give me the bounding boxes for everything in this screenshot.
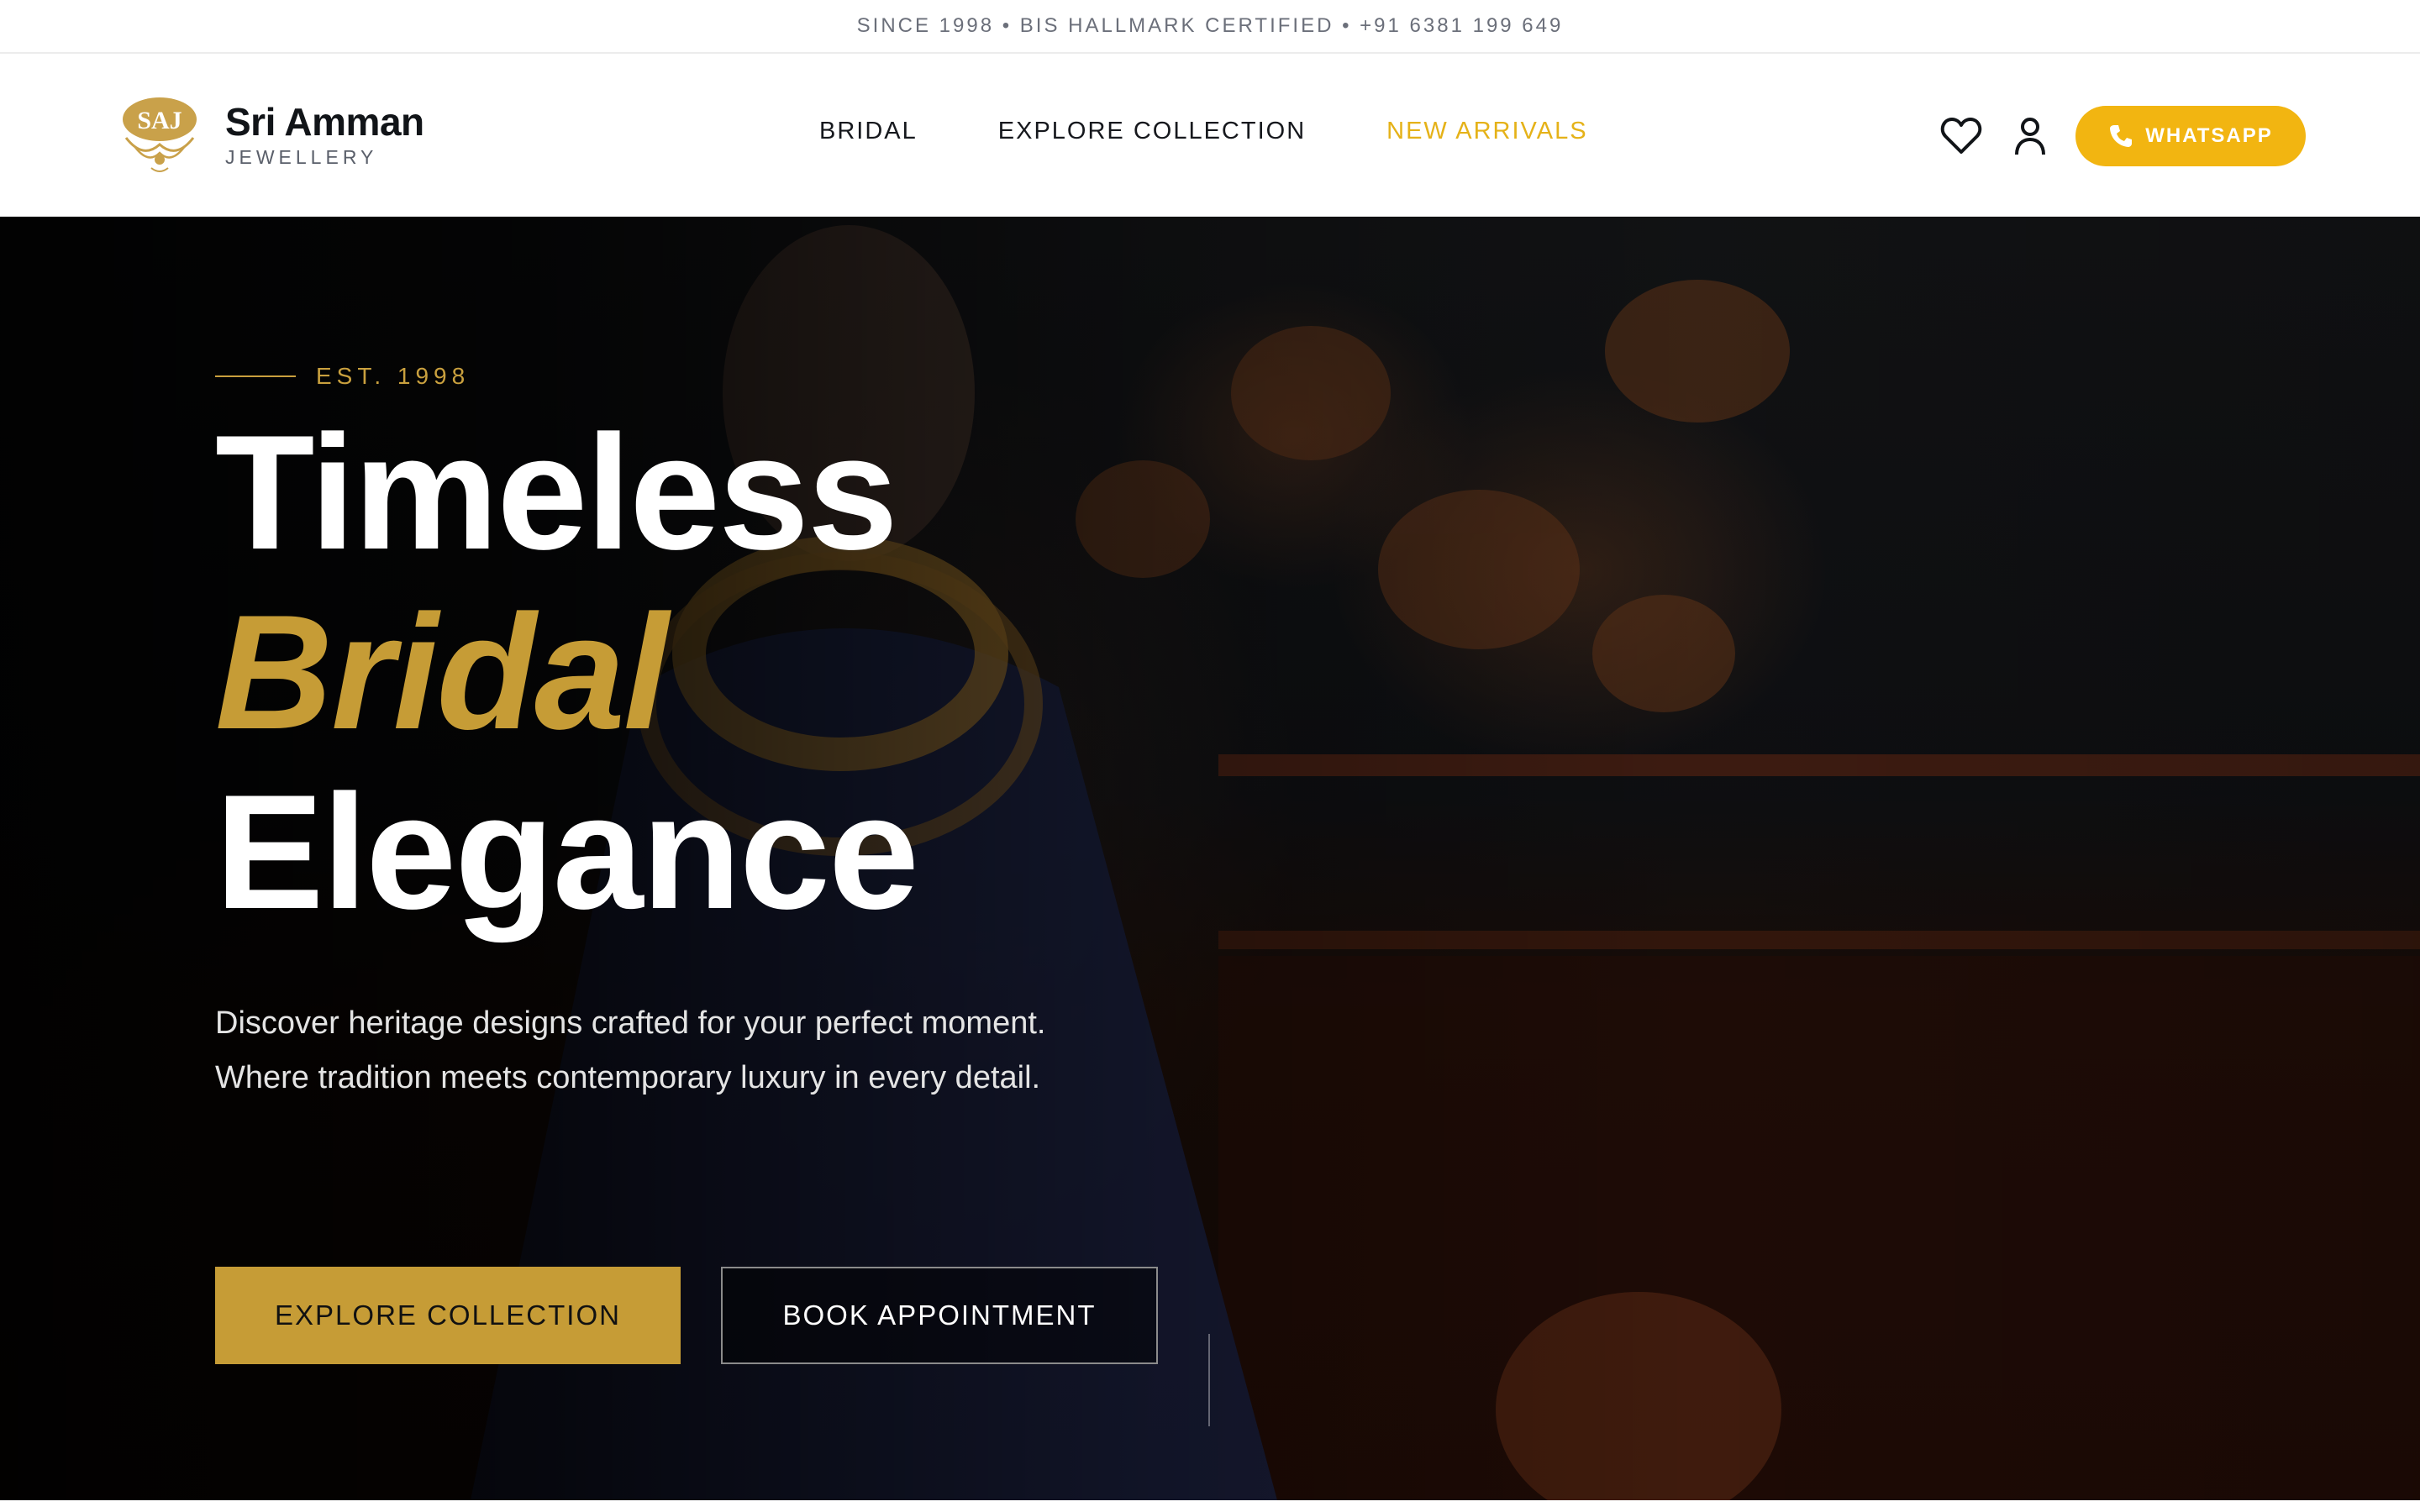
saj-emblem-icon: SAJ (123, 97, 197, 172)
headline-line-1: Timeless (215, 402, 898, 584)
hero-subcopy: Discover heritage designs crafted for yo… (215, 1005, 1046, 1095)
whatsapp-button[interactable]: WHATSAPP (2075, 106, 2306, 166)
phone-icon (2110, 125, 2133, 147)
headline-line-3: Elegance (215, 761, 919, 943)
eyebrow-text: EST. 1998 (316, 363, 471, 389)
header-actions: WHATSAPP (1938, 106, 2306, 166)
explore-collection-button[interactable]: EXPLORE COLLECTION (215, 1267, 681, 1364)
hero-eyebrow: EST. 1998 (215, 363, 470, 390)
top-info-text: SINCE 1998 • BIS HALLMARK CERTIFIED • +9… (856, 14, 1564, 37)
hero-headline: Timeless Bridal Elegance (215, 402, 919, 943)
headline-line-2: Bridal (215, 581, 669, 764)
eyebrow-line (215, 375, 296, 377)
nav-link-explore-collection[interactable]: EXPLORE COLLECTION (998, 118, 1306, 145)
brand-subtitle: JEWELLERY (225, 145, 378, 168)
top-info-bar: SINCE 1998 • BIS HALLMARK CERTIFIED • +9… (0, 0, 2420, 54)
heart-icon (1940, 118, 1982, 154)
nav-link-new-arrivals[interactable]: NEW ARRIVALS (1386, 118, 1587, 145)
brand-logo-link[interactable]: SAJ Sri Amman JEWELLERY (114, 94, 424, 175)
brand-name: Sri Amman (225, 99, 424, 144)
scroll-indicator (1208, 1334, 1210, 1426)
site-header: SAJ Sri Amman JEWELLERY BRIDAL EXPLORE C… (0, 54, 2420, 217)
user-icon (2015, 118, 2045, 155)
main-nav: BRIDAL EXPLORE COLLECTION NEW ARRIVALS (819, 118, 1588, 145)
nav-link-bridal[interactable]: BRIDAL (819, 118, 918, 145)
account-button[interactable] (2007, 113, 2054, 160)
wishlist-button[interactable] (1938, 113, 1985, 160)
emblem-text: SAJ (137, 107, 182, 134)
whatsapp-label: WHATSAPP (2145, 124, 2273, 147)
hero-section: EST. 1998 Timeless Bridal Elegance Disco… (0, 217, 2420, 1500)
book-appointment-button[interactable]: BOOK APPOINTMENT (721, 1267, 1158, 1364)
